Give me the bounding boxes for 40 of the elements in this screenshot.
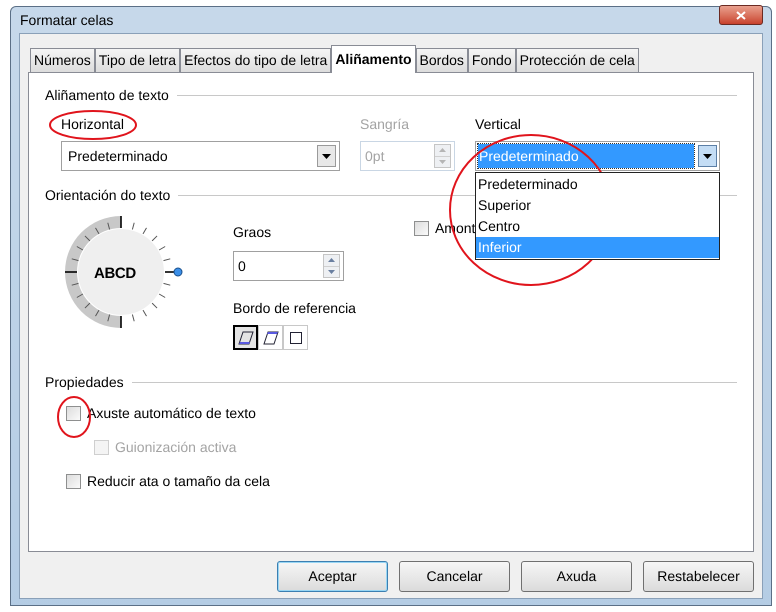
close-icon xyxy=(736,10,746,20)
checkbox-label: Reducir ata o tamaño da cela xyxy=(87,472,270,490)
group-heading: Propiedades xyxy=(45,373,124,392)
dialog-button[interactable]: Aceptar xyxy=(277,561,388,592)
degrees-spinbox[interactable]: 0 xyxy=(233,251,344,281)
dialog-button[interactable]: Restabelecer xyxy=(643,561,754,592)
dialog-button[interactable]: Axuda xyxy=(521,561,632,592)
field-label: Horizontal xyxy=(61,115,124,134)
field-label: Vertical xyxy=(475,115,522,134)
tab[interactable]: Efectos do tipo de letra xyxy=(180,48,332,72)
checkbox-label: Guionización activa xyxy=(115,438,236,456)
checkbox[interactable] xyxy=(414,221,429,236)
tab[interactable]: Tipo de letra xyxy=(94,48,180,72)
square-icon xyxy=(288,330,304,346)
group-heading: Aliñamento de texto xyxy=(45,86,169,105)
reference-edge-button[interactable] xyxy=(233,325,258,350)
field-label: Graos xyxy=(233,223,272,242)
window-title: Formatar celas xyxy=(20,10,114,30)
dropdown-option[interactable]: Superior xyxy=(476,195,719,216)
field-label: Sangría xyxy=(360,115,410,134)
parallelogram-icon xyxy=(262,330,278,346)
dropdown-option[interactable]: Predeterminado xyxy=(476,174,719,195)
parallelogram-icon xyxy=(238,330,254,346)
caret-icon xyxy=(322,154,331,158)
checkbox[interactable] xyxy=(66,474,81,488)
tab[interactable]: Números xyxy=(30,48,95,72)
dial-text: ABCD xyxy=(94,264,136,284)
dialog-button[interactable]: Cancelar xyxy=(399,561,510,592)
close-button[interactable] xyxy=(719,5,763,25)
group-heading: Orientación do texto xyxy=(45,186,170,205)
horizontal-dropdown[interactable]: Predeterminado xyxy=(61,141,340,171)
field-label: Bordo de referencia xyxy=(233,299,356,318)
tab[interactable]: Protección de cela xyxy=(516,48,639,72)
caret-icon xyxy=(703,154,712,158)
tab[interactable]: Fondo xyxy=(468,48,516,72)
tab[interactable]: Bordos xyxy=(416,48,468,72)
checkbox[interactable] xyxy=(66,406,81,420)
spin-buttons[interactable] xyxy=(323,254,340,278)
tab[interactable]: Aliñamento xyxy=(331,45,416,73)
dropdown-option[interactable]: Centro xyxy=(476,216,719,237)
